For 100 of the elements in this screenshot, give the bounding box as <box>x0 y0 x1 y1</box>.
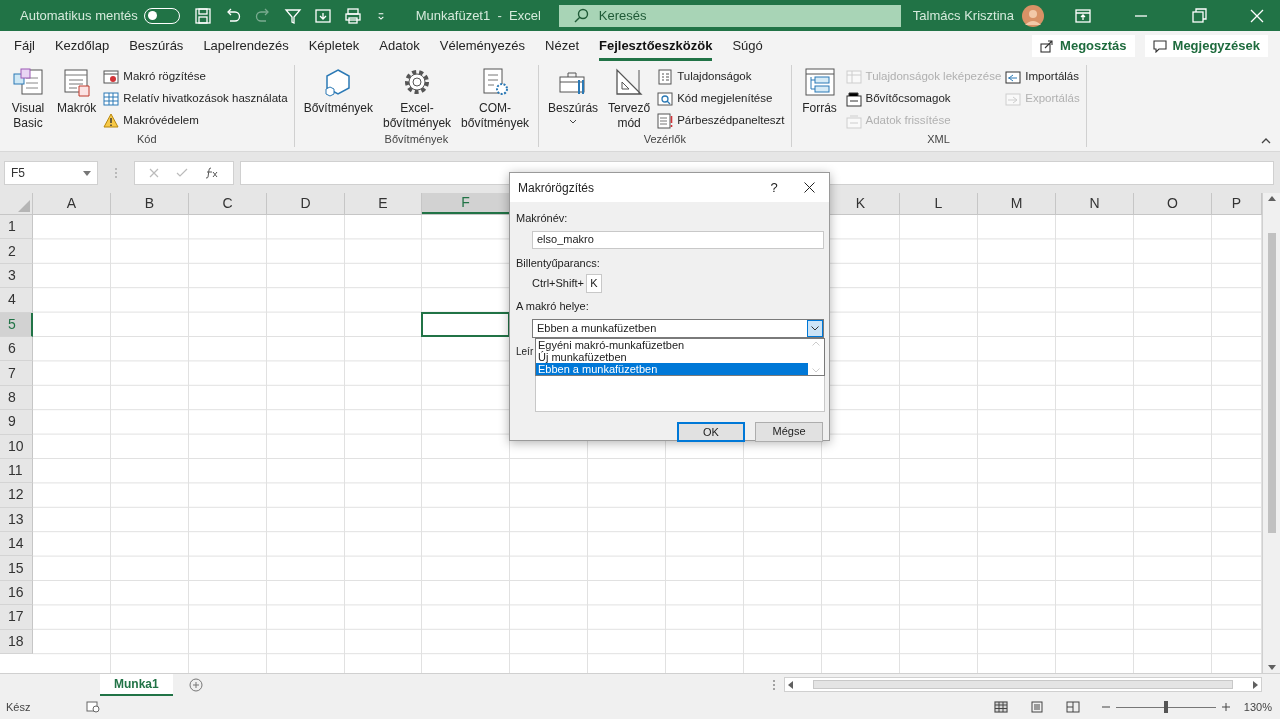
autosave-label: Automatikus mentés <box>20 6 138 25</box>
row-header[interactable]: 7 <box>0 361 33 386</box>
name-box[interactable]: F5 <box>4 161 98 185</box>
ribbon-button[interactable]: COM-bővítmények <box>458 66 533 131</box>
user-name: Talmács Krisztina <box>912 6 1014 25</box>
ok-button[interactable]: OK <box>677 421 745 442</box>
scroll-up-icon[interactable] <box>1267 196 1276 201</box>
export-icon <box>1005 90 1022 107</box>
ribbon-button[interactable]: Importálás <box>1005 66 1080 87</box>
column-header[interactable]: M <box>978 193 1056 214</box>
zoom-in-icon[interactable] <box>1221 703 1230 711</box>
share-button[interactable]: Megosztás <box>1032 35 1135 57</box>
zoom-slider-thumb[interactable] <box>1163 701 1168 713</box>
zoom-level[interactable]: 130% <box>1243 698 1272 716</box>
field-label: Leír <box>516 344 535 359</box>
page-layout-icon[interactable] <box>1029 701 1044 713</box>
row-header[interactable]: 17 <box>0 605 33 630</box>
scroll-right-icon[interactable] <box>1253 680 1258 689</box>
selected-cell[interactable] <box>421 311 510 337</box>
help-button[interactable]: ? <box>759 177 789 198</box>
column-header[interactable]: A <box>33 193 111 214</box>
row-header[interactable]: 14 <box>0 532 33 557</box>
ribbon-button[interactable]: Párbeszédpanelteszt <box>657 110 785 131</box>
restore-icon[interactable] <box>1190 6 1208 25</box>
ribbon-button[interactable]: Bővítőcsomagok <box>845 88 1002 109</box>
ribbon-button[interactable]: Tervező mód <box>605 66 654 131</box>
row-header[interactable]: 18 <box>0 629 33 655</box>
row-header[interactable]: 3 <box>0 263 33 289</box>
row-header[interactable]: 2 <box>0 239 33 264</box>
row-header[interactable]: 8 <box>0 385 33 411</box>
column-header[interactable]: D <box>267 193 345 214</box>
printer-icon[interactable] <box>343 6 362 25</box>
ribbon-button[interactable]: Forrás <box>797 66 842 116</box>
zoom-slider[interactable] <box>1115 701 1216 713</box>
ribbon-button[interactable]: Makrók <box>54 66 100 116</box>
ribbon-button[interactable]: Makró rögzítése <box>103 66 288 87</box>
ribbon-tab[interactable]: Véleményezés <box>439 31 526 61</box>
ribbon-tab[interactable]: Súgó <box>732 31 763 61</box>
normal-view-icon[interactable] <box>993 701 1008 713</box>
macro-record-icon[interactable] <box>86 701 101 713</box>
import-icon <box>1005 68 1022 85</box>
table-map-icon <box>845 68 862 85</box>
column-header[interactable]: C <box>189 193 267 214</box>
scroll-left-icon[interactable] <box>788 680 793 689</box>
collapse-ribbon-icon[interactable] <box>1260 137 1272 145</box>
ribbon-button[interactable]: Visual Basic <box>6 66 50 131</box>
check-icon[interactable] <box>176 168 188 178</box>
ribbon-button[interactable]: Relatív hivatkozások használata <box>103 88 288 109</box>
row-header[interactable]: 9 <box>0 410 33 435</box>
vertical-scrollbar[interactable] <box>1262 193 1280 673</box>
input-field[interactable]: K <box>585 274 602 293</box>
column-header[interactable]: O <box>1134 193 1212 214</box>
function-icon[interactable] <box>204 167 219 179</box>
ribbon-tab[interactable]: Kezdőlap <box>54 31 110 61</box>
status-text: Kész <box>6 699 31 715</box>
row-header[interactable]: 15 <box>0 556 33 581</box>
column-header[interactable]: L <box>900 193 978 214</box>
column-header[interactable]: N <box>1056 193 1134 214</box>
ribbon-display-icon[interactable] <box>1074 6 1092 25</box>
ribbon-tab[interactable]: Fájl <box>14 31 35 61</box>
ribbon-tab[interactable]: Nézet <box>545 31 579 61</box>
row-header[interactable]: 4 <box>0 288 33 313</box>
filter-icon[interactable] <box>283 6 302 25</box>
ribbon-button[interactable]: Kód megjelenítése <box>657 88 785 109</box>
row-header[interactable]: 16 <box>0 580 33 606</box>
row-header[interactable]: 13 <box>0 507 33 533</box>
search-field[interactable]: Keresés <box>558 4 901 27</box>
row-header[interactable]: 1 <box>0 215 33 240</box>
ribbon-button[interactable]: Excel-bővítmények <box>380 66 455 131</box>
dropdown-option[interactable]: Ebben a munkafüzetben <box>536 362 808 375</box>
ribbon-tab[interactable]: Adatok <box>379 31 420 61</box>
tree-panel-icon <box>803 66 836 98</box>
column-header[interactable]: B <box>111 193 189 214</box>
field-label: Billentyűparancs: <box>516 255 601 271</box>
input-field[interactable]: elso_makro <box>532 230 824 249</box>
cancel-button[interactable]: Mégse <box>755 421 823 442</box>
dropdown-option[interactable]: Egyéni makró-munkafüzetben <box>536 338 808 351</box>
add-sheet-icon[interactable] <box>188 677 203 692</box>
page-break-icon[interactable] <box>1065 701 1080 713</box>
ribbon-button[interactable]: Makróvédelem <box>103 110 288 131</box>
dropdown-option[interactable]: Új munkafüzetben <box>536 350 808 363</box>
save-icon[interactable] <box>193 6 212 25</box>
dropdown[interactable]: Ebben a munkafüzetben <box>532 318 824 338</box>
row-header[interactable]: 6 <box>0 336 33 362</box>
sheet-tab[interactable]: Munka1 <box>100 673 173 696</box>
ribbon-tab[interactable]: Képletek <box>308 31 360 61</box>
scroll-down-icon[interactable] <box>1267 665 1276 670</box>
row-header[interactable]: 12 <box>0 483 33 508</box>
horizontal-scrollbar[interactable] <box>784 677 1262 692</box>
ribbon-button[interactable]: Bővítmények <box>300 66 376 116</box>
ribbon-tab[interactable]: Lapelrendezés <box>203 31 289 61</box>
comments-button[interactable]: Megjegyzések <box>1144 35 1268 57</box>
row-header[interactable]: 11 <box>0 458 33 484</box>
ribbon-button[interactable]: Beszúrás <box>545 66 602 125</box>
avatar-icon[interactable] <box>1022 4 1044 27</box>
row-header[interactable]: 10 <box>0 434 33 459</box>
ribbon-button[interactable]: Tulajdonságok <box>657 66 785 87</box>
column-header[interactable]: F <box>422 193 510 214</box>
row-header[interactable]: 5 <box>0 312 33 337</box>
ribbon-tab[interactable]: Beszúrás <box>129 31 184 61</box>
